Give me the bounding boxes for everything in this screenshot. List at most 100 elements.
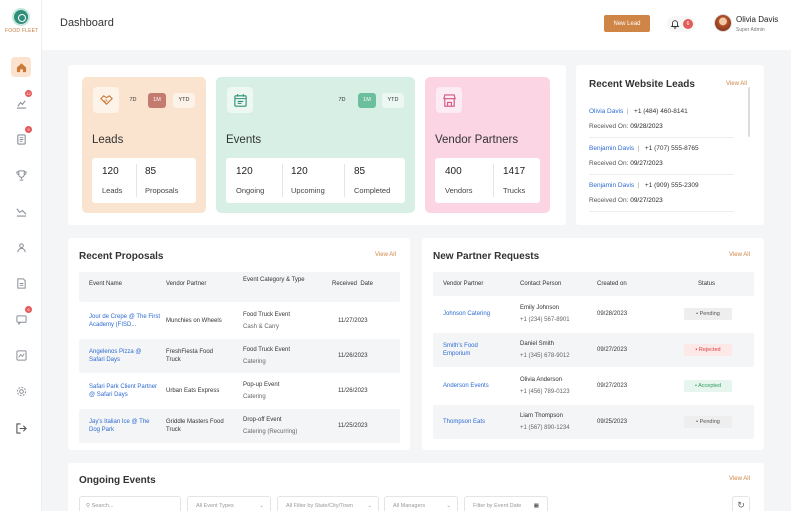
vendor-partner: Griddle Masters Food Truck [166, 419, 224, 433]
event-category: Food Truck Event [243, 312, 291, 318]
ongoing-view-all[interactable]: View All [729, 476, 750, 482]
document-icon [16, 133, 26, 145]
event-name[interactable]: Jour de Crepe @ The First Academy (FISD.… [89, 313, 161, 329]
contact-name: Emily Johnson [520, 305, 560, 311]
sidebar-item-awards[interactable] [11, 165, 31, 185]
status-badge: • Pending [684, 416, 732, 428]
lead-name[interactable]: Benjamin Davis [589, 145, 634, 152]
search-placeholder: Search... [91, 503, 114, 509]
table-row[interactable]: Johnson Catering Emily Johnson +1 (234) … [433, 297, 754, 331]
sidebar-item-reports[interactable] [11, 201, 31, 221]
sidebar-item-files[interactable] [11, 273, 31, 293]
column-header[interactable]: Created on [597, 280, 627, 288]
website-lead-item[interactable]: Benjamin Davis | +1 (707) 555-8765 [589, 145, 699, 152]
stat-label: Ongoing [236, 186, 265, 195]
column-header[interactable]: Received Date [332, 280, 373, 288]
search-input[interactable]: ⚲ Search... [79, 496, 181, 511]
avatar[interactable] [714, 14, 732, 32]
home-icon [16, 62, 26, 72]
column-header[interactable]: Status [698, 280, 715, 288]
sidebar-item-users[interactable] [11, 237, 31, 257]
leads-filter-1m[interactable]: 1M [148, 93, 166, 108]
user-name[interactable]: Olivia Davis [736, 15, 778, 24]
vendor-partner[interactable]: Johnson Catering [443, 310, 490, 318]
sidebar-item-settings[interactable] [11, 381, 31, 401]
leads-filter-7d[interactable]: 7D [124, 93, 142, 108]
table-row[interactable]: Thompson Eats Liam Thompson +1 (567) 890… [433, 405, 754, 439]
stat-value: 85 [354, 166, 366, 177]
website-lead-item[interactable]: Benjamin Davis | +1 (909) 555-2309 [589, 182, 699, 189]
chart-icon [16, 99, 26, 109]
events-filter-1m[interactable]: 1M [358, 93, 376, 108]
new-lead-button[interactable]: New Lead [604, 15, 650, 32]
sidebar: FOOD FLEET 12 9 6 [0, 0, 42, 511]
scrollbar[interactable] [748, 87, 750, 137]
notification-badge: 6 [683, 19, 693, 29]
status-badge: • Rejected [684, 344, 732, 356]
sidebar-badge: 12 [25, 90, 32, 97]
events-filter-ytd[interactable]: YTD [382, 93, 404, 108]
event-type-select[interactable]: All Event Types ⌄ [187, 496, 271, 511]
vendor-partner[interactable]: Thompson Eats [443, 418, 485, 426]
chevron-down-icon: ⌄ [367, 503, 372, 509]
manager-select[interactable]: All Managers ⌄ [384, 496, 458, 511]
table-row[interactable]: Smith's Food Emporium Daniel Smith +1 (3… [433, 333, 754, 367]
column-header[interactable]: Event Name [89, 280, 122, 288]
table-row[interactable]: Jay's Italian Ice @ The Dog Park Griddle… [79, 409, 400, 443]
created-date: 09/27/2023 [597, 347, 628, 353]
logo-mark-icon [12, 8, 30, 26]
handshake-icon [93, 87, 119, 113]
partners-view-all[interactable]: View All [729, 252, 750, 258]
table-row[interactable]: Angelenos Pizza @ Safari Days FreshFiest… [79, 339, 400, 373]
sidebar-item-messages[interactable]: 6 [11, 306, 32, 329]
website-leads-panel: Recent Website Leads View All Olivia Dav… [576, 65, 764, 225]
event-name[interactable]: Jay's Italian Ice @ The Dog Park [89, 418, 151, 434]
refresh-button[interactable]: ↻ [732, 496, 750, 511]
column-header[interactable]: Contact Person [520, 280, 561, 288]
location-select[interactable]: All Filter by State/City/Town ⌄ [277, 496, 379, 511]
stat-value: 400 [445, 166, 462, 177]
lead-name[interactable]: Olivia Davis [589, 108, 623, 115]
leads-filter-ytd[interactable]: YTD [173, 93, 195, 108]
sidebar-item-analytics[interactable] [11, 345, 31, 365]
sidebar-item-home[interactable] [11, 57, 31, 77]
select-value: Filter by Event Date [473, 503, 522, 509]
status-badge: • Accepted [684, 380, 732, 392]
vendor-partner: Munchies on Wheels [166, 318, 222, 324]
events-filter-7d[interactable]: 7D [333, 93, 351, 108]
website-leads-view-all[interactable]: View All [726, 81, 747, 87]
panel-title: Recent Proposals [79, 251, 164, 262]
contact-name: Liam Thompson [520, 413, 563, 419]
table-row[interactable]: Anderson Events Olivia Anderson +1 (456)… [433, 369, 754, 403]
lead-received: Received On: 09/27/2023 [589, 160, 663, 167]
event-name[interactable]: Angelenos Pizza @ Safari Days [89, 348, 153, 364]
created-date: 09/25/2023 [597, 419, 628, 425]
vendor-partner[interactable]: Smith's Food Emporium [443, 342, 503, 358]
panel-title: New Partner Requests [433, 251, 540, 262]
notifications-button[interactable]: 6 [667, 16, 695, 32]
event-name[interactable]: Safari Park Client Partner @ Safari Days [89, 383, 161, 399]
proposals-view-all[interactable]: View All [375, 252, 396, 258]
event-date-filter[interactable]: Filter by Event Date ▦ [464, 496, 548, 511]
website-lead-item[interactable]: Olivia Davis | +1 (484) 460-8141 [589, 108, 688, 115]
received-date: 11/27/2023 [338, 318, 368, 324]
table-row[interactable]: Safari Park Client Partner @ Safari Days… [79, 374, 400, 408]
received-date: 11/25/2023 [338, 423, 368, 429]
vendor-partner[interactable]: Anderson Events [443, 382, 489, 390]
analytics-icon [15, 349, 27, 361]
stat-value: 120 [291, 166, 308, 177]
sidebar-item-proposals[interactable]: 9 [11, 126, 32, 149]
sidebar-item-leads[interactable]: 12 [11, 90, 32, 113]
column-header[interactable]: Event Category & Type [243, 276, 305, 284]
select-value: All Managers [393, 503, 426, 509]
table-row[interactable]: Jour de Crepe @ The First Academy (FISD.… [79, 304, 400, 338]
gear-icon [16, 386, 26, 396]
column-header[interactable]: Vendor Partner [443, 280, 483, 288]
lead-name[interactable]: Benjamin Davis [589, 182, 634, 189]
sidebar-item-logout[interactable] [11, 418, 31, 438]
app-logo[interactable]: FOOD FLEET [5, 8, 38, 34]
vendor-partner: Urban Eats Express [166, 388, 220, 394]
column-header[interactable]: Vendor Partner [166, 280, 206, 288]
search-icon: ⚲ [86, 503, 91, 509]
stat-label: Proposals [145, 186, 179, 195]
